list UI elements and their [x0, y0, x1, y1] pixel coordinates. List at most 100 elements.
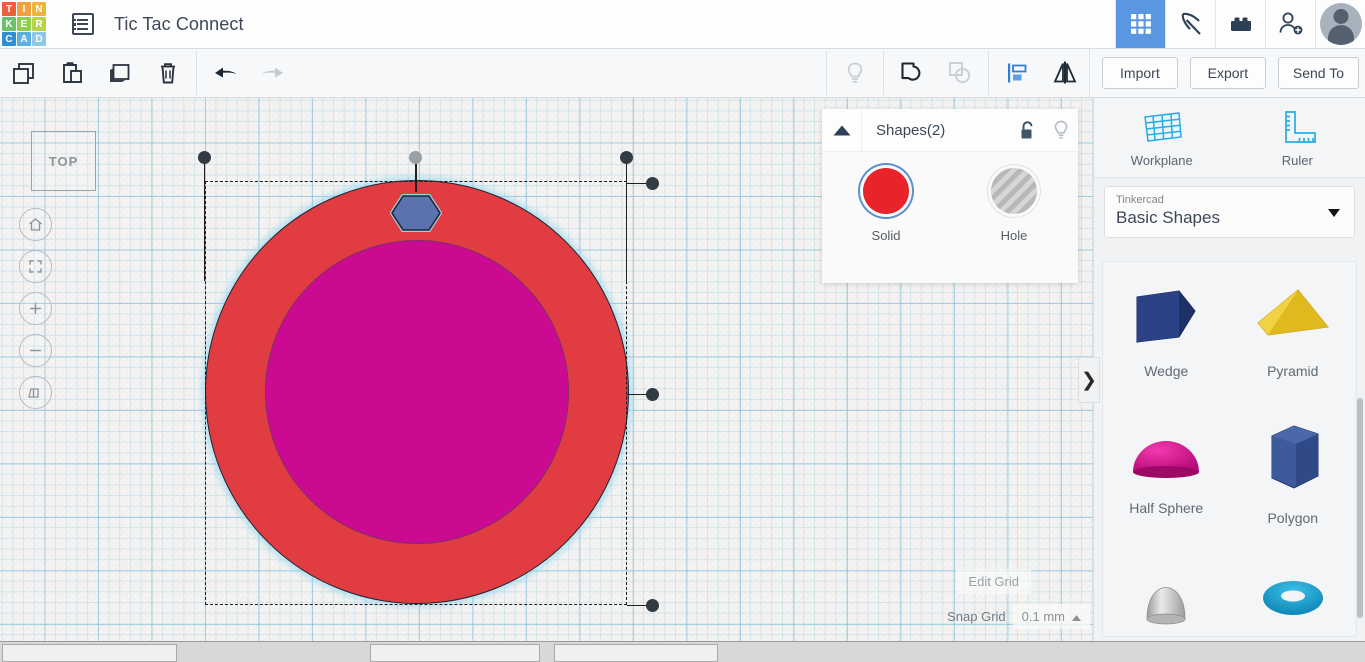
chevron-up-icon	[1072, 609, 1081, 624]
undo-icon[interactable]	[201, 49, 249, 97]
logo-tile-c: C	[2, 32, 16, 46]
redo-icon[interactable]	[249, 49, 297, 97]
wedge-icon	[1136, 290, 1196, 343]
send-to-button[interactable]: Send To	[1277, 57, 1359, 89]
shape-pyramid-label: Pyramid	[1267, 363, 1319, 379]
zoom-in-button[interactable]	[19, 292, 52, 325]
home-view-button[interactable]	[19, 208, 52, 241]
height-handle[interactable]	[389, 192, 443, 234]
snap-grid-control: Snap Grid 0.1 mm	[947, 604, 1090, 629]
import-button[interactable]: Import	[1101, 57, 1178, 89]
library-selector-wrap: Tinkercad Basic Shapes	[1094, 178, 1365, 247]
tinkercad-logo[interactable]: TIN KER CAD	[2, 2, 46, 46]
export-button[interactable]: Export	[1189, 57, 1266, 89]
shape-pyramid[interactable]: Pyramid	[1230, 262, 1357, 402]
resize-handle-bottom-right[interactable]	[646, 599, 659, 612]
pickaxe-icon[interactable]	[1165, 0, 1215, 48]
grid-icon[interactable]	[1115, 0, 1165, 48]
polygon-icon	[1271, 425, 1319, 489]
pyramid-icon	[1257, 289, 1329, 336]
toolbar-divider	[196, 51, 197, 95]
shapes-inspector-popup: Shapes(2) Solid Hole	[822, 108, 1078, 283]
edit-grid-button[interactable]: Edit Grid	[956, 569, 1031, 594]
ruler-tool[interactable]: Ruler	[1230, 98, 1365, 177]
zoom-out-button[interactable]	[19, 334, 52, 367]
tinkercad-editor: TINKERCAD Tic Tac Connect Import Export …	[0, 0, 1365, 662]
ortho-toggle-button[interactable]	[19, 376, 52, 409]
panel-scrollbar[interactable]	[1357, 398, 1363, 618]
shape-half-sphere-label: Half Sphere	[1129, 500, 1204, 516]
toolbar-divider-2	[825, 51, 827, 95]
project-list-button[interactable]	[68, 9, 98, 39]
logo-tile-k: K	[2, 17, 16, 31]
library-dropdown[interactable]: Tinkercad Basic Shapes	[1104, 186, 1355, 238]
shape-polygon[interactable]: Polygon	[1230, 402, 1357, 542]
shape-paraboloid[interactable]: Paraboloid	[1103, 542, 1230, 636]
handle-leader	[204, 158, 205, 281]
handle-leader	[626, 158, 627, 281]
group-icon[interactable]	[888, 49, 936, 97]
shape-polygon-label: Polygon	[1267, 510, 1319, 526]
shape-half-sphere[interactable]: Half Sphere	[1103, 402, 1230, 542]
shape-wedge[interactable]: Wedge	[1103, 262, 1230, 402]
taskbar-segment	[370, 644, 540, 662]
collapse-popup-button[interactable]	[822, 108, 862, 152]
hole-option[interactable]: Hole	[950, 168, 1078, 243]
add-person-icon[interactable]	[1265, 0, 1315, 48]
logo-tile-i: I	[17, 2, 31, 16]
panel-toggle-button[interactable]: ❯	[1078, 357, 1100, 403]
workplane-tool[interactable]: Workplane	[1094, 98, 1230, 177]
list-icon	[72, 13, 94, 35]
workplane-label: Workplane	[1130, 152, 1193, 168]
logo-tile-a: A	[17, 32, 31, 46]
rotate-handle-top[interactable]	[409, 151, 422, 164]
snap-grid-dropdown[interactable]: 0.1 mm	[1012, 604, 1090, 629]
lightbulb-icon[interactable]	[1044, 119, 1078, 141]
shapes-popup-body: Solid Hole	[822, 152, 1078, 243]
align-icon[interactable]	[993, 49, 1041, 97]
duplicate-icon[interactable]	[96, 49, 144, 97]
solid-label: Solid	[871, 228, 901, 243]
page-title: Tic Tac Connect	[114, 13, 244, 34]
view-controls	[19, 208, 52, 418]
logo-tile-e: E	[17, 17, 31, 31]
hole-label: Hole	[1000, 228, 1028, 243]
resize-handle-corner-right[interactable]	[646, 177, 659, 190]
fit-view-button[interactable]	[19, 250, 52, 283]
view-cube[interactable]: TOP	[31, 131, 96, 191]
selection-bounding-box	[205, 181, 627, 605]
copy-icon[interactable]	[0, 49, 48, 97]
toolbar-divider-3	[882, 51, 884, 95]
shapes-grid: Wedge Pyramid Half Sphere Polygon	[1102, 261, 1357, 637]
ruler-icon	[1285, 110, 1317, 143]
hole-swatch	[991, 168, 1037, 214]
logo-tile-n: N	[32, 2, 46, 16]
paste-icon[interactable]	[48, 49, 96, 97]
ungroup-icon[interactable]	[936, 49, 984, 97]
avatar[interactable]	[1315, 0, 1365, 48]
logo-tile-t: T	[2, 2, 16, 16]
edit-toolbar: Import Export Send To	[0, 48, 1365, 98]
shape-torus[interactable]: Torus	[1230, 542, 1357, 636]
mirror-icon[interactable]	[1041, 49, 1089, 97]
resize-handle-top-right[interactable]	[620, 151, 633, 164]
snap-grid-value: 0.1 mm	[1021, 609, 1065, 624]
paraboloid-icon	[1146, 587, 1186, 625]
lightbulb-icon[interactable]	[831, 49, 879, 97]
solid-option[interactable]: Solid	[822, 168, 950, 243]
file-actions: Import Export Send To	[1088, 48, 1365, 98]
resize-handle-middle-right[interactable]	[646, 388, 659, 401]
logo-tile-d: D	[32, 32, 46, 46]
unlock-icon[interactable]	[1010, 120, 1044, 141]
header-actions	[1115, 0, 1365, 48]
taskbar-segment	[554, 644, 718, 662]
shapes-library-panel: Workplane Ruler Tinkercad Basic Shapes W…	[1093, 98, 1365, 641]
workplane-icon	[1143, 111, 1182, 142]
delete-icon[interactable]	[144, 49, 192, 97]
brick-icon[interactable]	[1215, 0, 1265, 48]
toolbar-divider-4	[987, 51, 989, 95]
ruler-label: Ruler	[1281, 152, 1313, 168]
panel-tools-row: Workplane Ruler	[1094, 98, 1365, 178]
shapes-popup-header: Shapes(2)	[822, 108, 1078, 152]
resize-handle-top-left[interactable]	[198, 151, 211, 164]
